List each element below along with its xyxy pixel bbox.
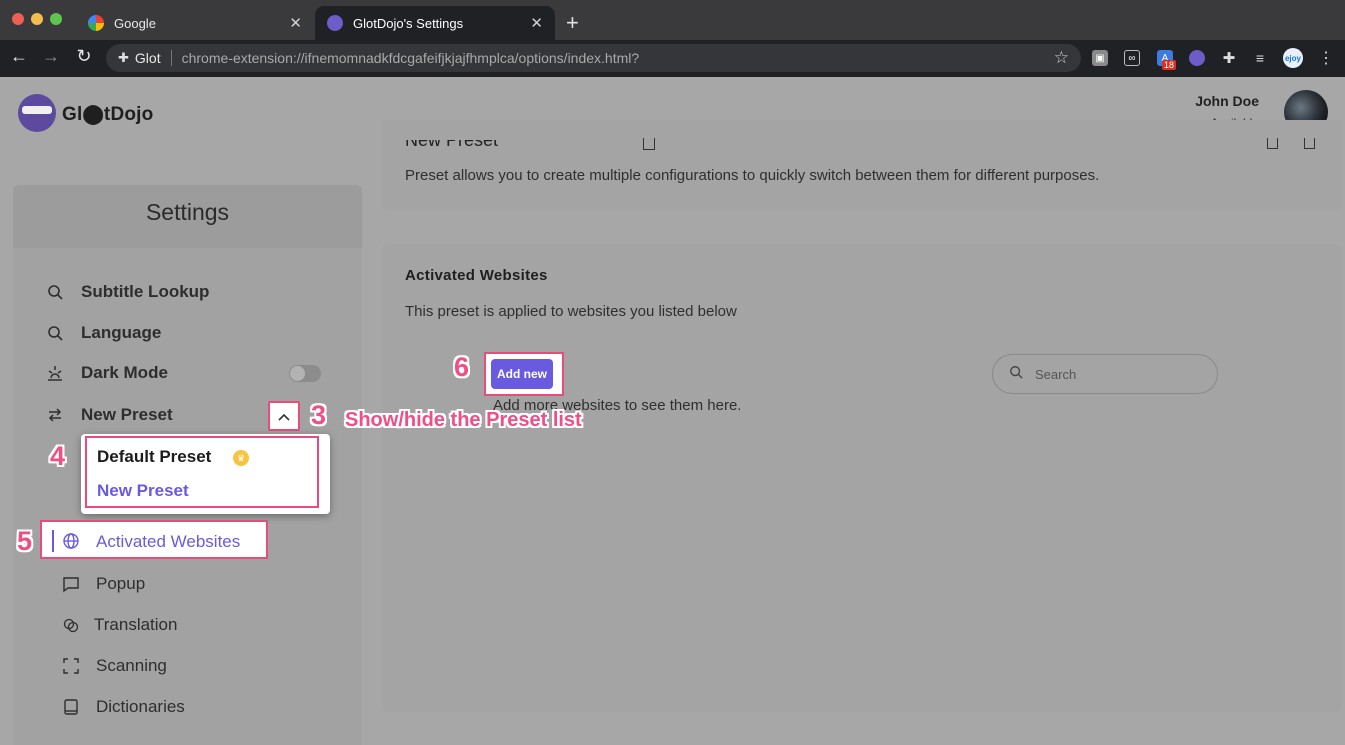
annotation-number-6: 6 — [454, 352, 470, 382]
annotation-text-3: Show/hide the Preset list — [345, 409, 582, 431]
sidebar-subitem-dictionaries[interactable]: Dictionaries — [62, 697, 185, 717]
extension-badge: 18 — [1162, 60, 1177, 70]
address-host: Glot — [134, 50, 161, 66]
copy-preset-icon[interactable] — [1267, 138, 1278, 149]
website-search — [992, 354, 1218, 394]
search-icon — [46, 324, 64, 342]
toggle-knob — [290, 366, 305, 381]
sidebar-subitem-activated-websites[interactable] — [62, 532, 80, 550]
sidebar-subitem-label: Activated Websites — [96, 532, 241, 551]
logo-headband — [22, 106, 52, 114]
search-icon — [1009, 365, 1023, 384]
sidebar-item-label: Dark Mode — [81, 363, 168, 382]
search-input[interactable] — [1033, 365, 1197, 383]
add-new-button[interactable]: Add new — [491, 359, 553, 389]
preset-item-new[interactable]: New Preset — [97, 481, 189, 501]
preset-description: Preset allows you to create multiple con… — [405, 167, 1100, 184]
back-icon[interactable]: ← — [8, 46, 30, 67]
media-queue-icon[interactable]: ≡ — [1252, 50, 1268, 66]
address-bar[interactable]: ✚ Glot chrome-extension://ifnemomnadkfdc… — [106, 44, 1081, 72]
profile-ejoy-icon[interactable]: ejoy — [1283, 48, 1303, 68]
browser-menu-icon[interactable]: ⋮ — [1318, 48, 1334, 68]
bookmark-star-icon[interactable]: ☆ — [1054, 48, 1069, 68]
puzzle-extensions-icon[interactable]: ✚ — [1221, 50, 1237, 67]
briefcase-extension-icon[interactable]: ▣ — [1092, 50, 1108, 66]
extension-puzzle-icon: ✚ — [118, 50, 129, 65]
chat-bubble-icon — [62, 575, 80, 593]
sidebar-item-subtitle-lookup[interactable]: Subtitle Lookup — [46, 282, 209, 302]
glotdojo-icon — [327, 15, 343, 31]
globe-icon — [62, 532, 80, 550]
sidebar-item-new-preset[interactable]: New Preset — [46, 405, 173, 425]
sidebar-title: Settings — [145, 199, 230, 225]
sidebar-subitem-label: Scanning — [96, 656, 167, 675]
preset-item-default[interactable]: Default Preset — [97, 447, 211, 467]
sidebar-item-language[interactable]: Language — [46, 323, 161, 343]
tab-title: Google — [114, 15, 156, 31]
search-icon — [46, 283, 64, 301]
sidebar-subitem-label: Translation — [94, 615, 178, 634]
close-window-button[interactable] — [12, 13, 24, 25]
maximize-window-button[interactable] — [50, 13, 62, 25]
forward-icon[interactable]: → — [40, 46, 62, 67]
active-indicator — [52, 530, 54, 552]
sidebar-item-label: Language — [81, 323, 162, 342]
crown-icon: ♛ — [233, 450, 249, 466]
scan-frame-icon — [62, 657, 80, 675]
address-separator — [170, 50, 172, 66]
sidebar-subitem-scanning[interactable]: Scanning — [62, 656, 167, 676]
sidebar-subitem-popup[interactable]: Popup — [62, 574, 145, 594]
sidebar-subitem-label: Popup — [96, 574, 146, 593]
sidebar-item-label: Subtitle Lookup — [81, 282, 210, 301]
user-name: John Doe — [1195, 93, 1259, 109]
sidebar-subitem-label: Dictionaries — [96, 697, 185, 716]
google-icon — [88, 15, 104, 31]
edit-preset-icon[interactable] — [643, 138, 655, 150]
activated-websites-description: This preset is applied to websites you l… — [405, 303, 737, 320]
sidebar-item-dark-mode: Dark Mode — [46, 363, 168, 383]
reload-icon[interactable]: ↻ — [73, 46, 95, 67]
tab-title: GlotDojo's Settings — [353, 15, 464, 31]
preset-list-toggle-button[interactable] — [268, 401, 300, 431]
glasses-extension-icon[interactable]: ∞ — [1124, 50, 1140, 66]
delete-preset-icon[interactable] — [1304, 138, 1315, 149]
glotdojo-extension-icon[interactable] — [1189, 50, 1205, 66]
tab-glotdojo-settings[interactable]: GlotDojo's Settings ✕ — [315, 6, 555, 40]
new-tab-icon[interactable]: + — [566, 10, 579, 36]
minimize-window-button[interactable] — [31, 13, 43, 25]
annotation-number-3: 3 — [311, 400, 327, 430]
close-tab-icon[interactable]: ✕ — [289, 14, 302, 32]
close-tab-icon[interactable]: ✕ — [530, 14, 543, 32]
chevron-up-icon — [278, 409, 290, 424]
dark-mode-icon — [46, 364, 64, 382]
activated-websites-title: Activated Websites — [405, 267, 548, 284]
translate-icon — [62, 616, 80, 634]
annotation-number-5: 5 — [17, 526, 33, 556]
address-url: chrome-extension://ifnemomnadkfdcgafeifj… — [181, 50, 640, 66]
preset-info-card — [382, 120, 1342, 210]
annotation-number-4: 4 — [50, 441, 66, 471]
logo-text: Gl⬤tDojo — [62, 104, 154, 125]
tab-google[interactable]: Google ✕ — [76, 6, 314, 40]
sidebar-item-label: New Preset — [81, 405, 173, 424]
book-icon — [62, 698, 80, 716]
profile-label: ejoy — [1284, 53, 1301, 63]
sidebar-subitem-translation[interactable]: Translation — [62, 615, 177, 635]
swap-arrows-icon — [46, 406, 64, 424]
